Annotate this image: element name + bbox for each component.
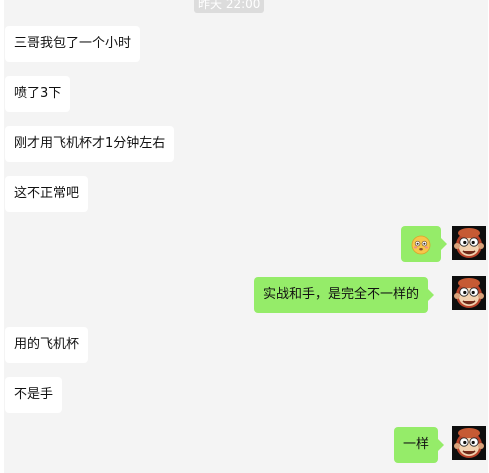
message-bubble-incoming[interactable]: 不是手: [5, 377, 63, 413]
message-timestamp: 昨天 22:00: [194, 0, 265, 13]
monkey-avatar-icon[interactable]: [452, 226, 486, 260]
message-bubble-outgoing[interactable]: 一样: [394, 427, 445, 463]
flushed-face-emoji-icon: [411, 235, 431, 255]
message-bubble-incoming[interactable]: 用的飞机杯: [5, 327, 89, 363]
message-bubble-outgoing[interactable]: [401, 226, 447, 262]
message-bubble-incoming[interactable]: 这不正常吧: [5, 176, 89, 212]
message-bubble-incoming[interactable]: 三哥我包了一个小时: [5, 26, 141, 62]
message-bubble-incoming[interactable]: 刚才用飞机杯才1分钟左右: [5, 126, 175, 162]
monkey-avatar-icon[interactable]: [452, 426, 486, 460]
message-bubble-incoming[interactable]: 喷了3下: [5, 76, 71, 112]
chat-area[interactable]: 昨天 22:00 三哥我包了一个小时 喷了3下 刚才用飞机杯才1分钟左右 这不正…: [4, 0, 488, 473]
monkey-avatar-icon[interactable]: [452, 276, 486, 310]
message-bubble-outgoing[interactable]: 实战和手，是完全不一样的: [254, 277, 435, 313]
